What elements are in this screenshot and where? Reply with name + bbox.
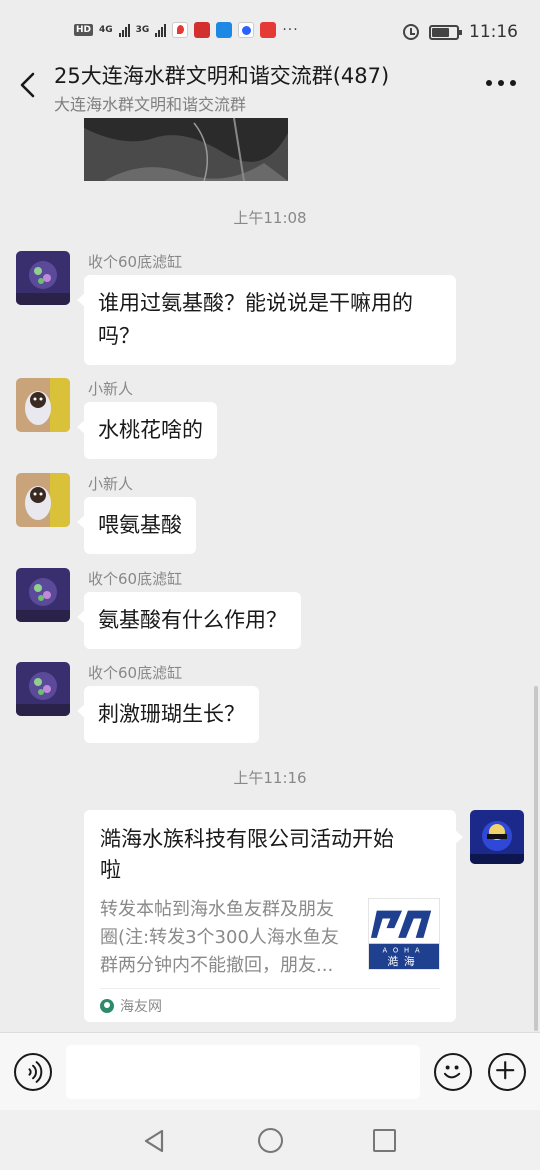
network-4g-label: 4G	[99, 25, 113, 35]
voice-icon	[28, 1061, 43, 1083]
link-card-description: 转发本帖到海水鱼友群及朋友 圈(注:转发3个300人海水鱼友 群两分钟内不能撤回…	[100, 896, 352, 980]
link-card-desc-line: 圈(注:转发3个300人海水鱼友	[100, 927, 339, 948]
status-bar: HD 4G 3G ··· 11:16	[0, 0, 540, 64]
mail-app-icon	[216, 22, 233, 38]
avatar-coral[interactable]	[16, 251, 70, 305]
link-card-source: 海友网	[120, 998, 162, 1015]
emoji-button[interactable]	[434, 1053, 472, 1091]
timestamp: 上午11:16	[233, 769, 307, 787]
message-bubble[interactable]: 喂氨基酸	[77, 497, 196, 554]
sender-name: 收个60底滤缸	[88, 570, 183, 588]
logo-text-cn: 澔海	[387, 955, 420, 968]
link-card-title-line: 澔海水族科技有限公司活动开始	[100, 827, 394, 851]
chat-area[interactable]: 上午11:08 收个60底滤缸 谁用过氨基酸？能说说是干嘛用的 吗？ 小新人 水…	[0, 118, 540, 1032]
avatar-coral[interactable]	[16, 662, 70, 716]
avatar-dog[interactable]	[16, 378, 70, 432]
chat-header: 25大连海水群文明和谐交流群(487) 大连海水群文明和谐交流群	[0, 56, 540, 116]
system-nav-bar	[0, 1110, 540, 1170]
avatar-self[interactable]	[470, 810, 524, 864]
nav-home-circle-icon[interactable]	[258, 1128, 283, 1153]
voice-input-button[interactable]	[14, 1053, 52, 1091]
stock-app-icon	[260, 22, 277, 38]
message-input[interactable]	[66, 1045, 420, 1099]
chat-subtitle: 大连海水群文明和谐交流群	[54, 95, 247, 114]
more-options-icon[interactable]	[486, 80, 516, 90]
baidu-app-icon	[238, 22, 255, 38]
sender-name: 收个60底滤缸	[88, 664, 183, 682]
back-arrow-icon[interactable]	[14, 70, 42, 100]
source-icon	[100, 998, 114, 1013]
message-bubble[interactable]: 刺激珊瑚生长？	[77, 686, 259, 743]
logo-text-aoha: AOHA	[383, 946, 426, 954]
input-bar	[0, 1032, 540, 1110]
smiley-icon	[443, 1065, 461, 1079]
battery-level	[432, 27, 449, 37]
avatar-dog[interactable]	[16, 473, 70, 527]
sender-name: 小新人	[88, 475, 134, 493]
aoha-logo-thumbnail: AOHA 澔海	[368, 898, 440, 970]
hd-badge: HD	[74, 24, 94, 36]
battery-icon	[429, 24, 462, 40]
image-message-partial[interactable]	[84, 118, 288, 181]
message-text-line: 谁用过氨基酸？能说说是干嘛用的	[98, 291, 413, 315]
news-app-icon	[194, 22, 211, 38]
link-card-title-line: 啦	[100, 858, 121, 882]
avatar-coral[interactable]	[16, 568, 70, 622]
alarm-icon	[403, 24, 419, 40]
timestamp: 上午11:08	[233, 209, 307, 227]
sender-name: 收个60底滤缸	[88, 253, 183, 271]
location-app-icon	[172, 22, 189, 38]
message-bubble[interactable]: 水桃花啥的	[77, 402, 217, 459]
message-bubble[interactable]: 氨基酸有什么作用？	[77, 592, 301, 649]
more-notifications-icon: ···	[282, 22, 299, 38]
link-card-body: 转发本帖到海水鱼友群及朋友 圈(注:转发3个300人海水鱼友 群两分钟内不能撤回…	[100, 896, 440, 982]
link-card-title: 澔海水族科技有限公司活动开始 啦	[100, 824, 440, 886]
plus-icon	[496, 1061, 515, 1080]
link-card-footer: 海友网	[100, 988, 440, 1022]
chat-title: 25大连海水群文明和谐交流群(487)	[54, 64, 390, 88]
message-bubble[interactable]: 谁用过氨基酸？能说说是干嘛用的 吗？	[77, 275, 456, 365]
nav-recent-square-icon[interactable]	[373, 1129, 396, 1152]
link-card[interactable]: 澔海水族科技有限公司活动开始 啦 转发本帖到海水鱼友群及朋友 圈(注:转发3个3…	[84, 810, 463, 1022]
status-left: HD 4G 3G ···	[74, 22, 299, 38]
nav-back-triangle-icon[interactable]	[142, 1128, 168, 1154]
signal-icon	[118, 23, 130, 37]
chat-scrollbar[interactable]	[534, 686, 538, 1031]
link-card-desc-line: 转发本帖到海水鱼友群及朋友	[100, 899, 334, 920]
more-functions-button[interactable]	[488, 1053, 526, 1091]
sender-name: 小新人	[88, 380, 134, 398]
network-3g-label: 3G	[135, 25, 150, 35]
signal-icon-2	[155, 23, 167, 37]
status-right: 11:16	[403, 22, 518, 42]
status-time: 11:16	[469, 22, 518, 42]
link-card-desc-line: 群两分钟内不能撤回，朋友...	[100, 955, 334, 976]
message-text-line: 吗？	[98, 324, 140, 348]
